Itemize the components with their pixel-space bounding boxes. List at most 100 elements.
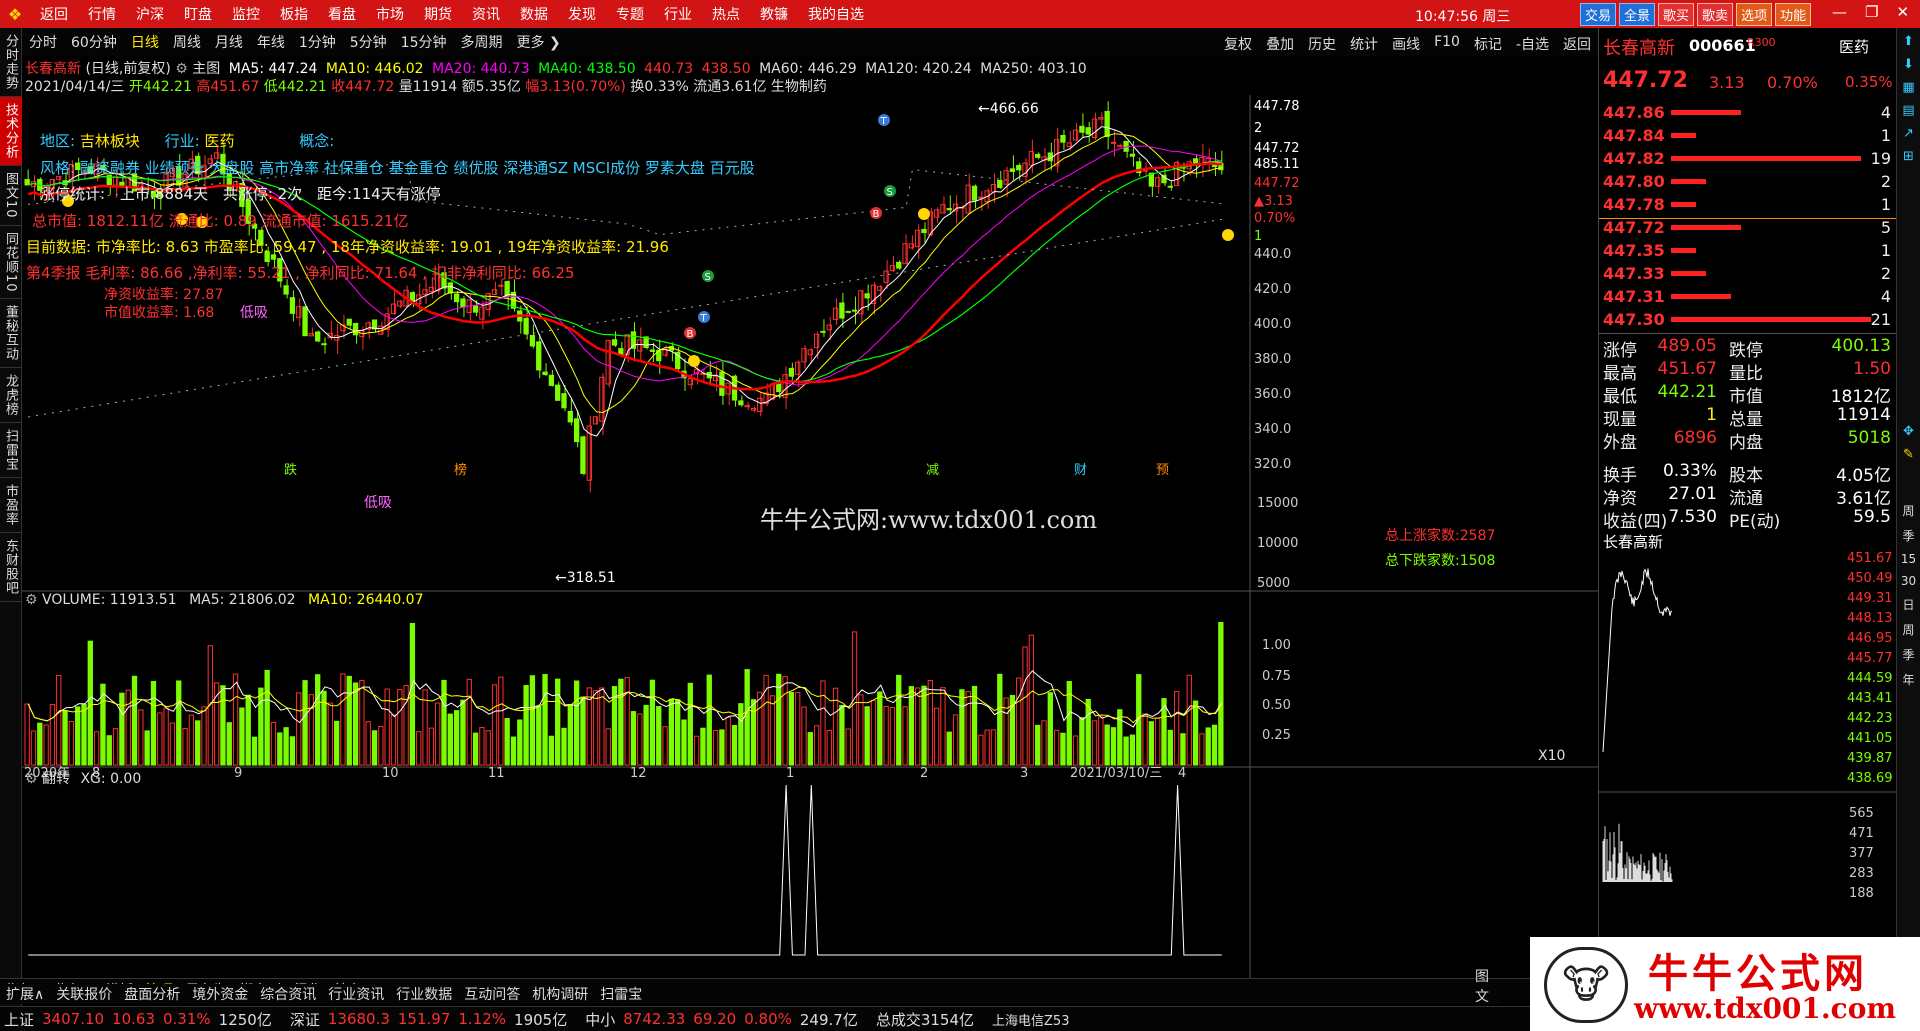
- side-move-icon[interactable]: ✥: [1897, 424, 1920, 439]
- menu-futures[interactable]: 期货: [414, 4, 462, 24]
- order-book-row[interactable]: 447.82 19: [1599, 149, 1897, 172]
- order-book-row[interactable]: 447.35 1: [1599, 241, 1897, 264]
- settings-icon[interactable]: ⚙: [25, 771, 38, 787]
- menu-board[interactable]: 板指: [270, 4, 318, 24]
- buy-button[interactable]: 歌买: [1658, 3, 1695, 26]
- tool-draw[interactable]: 画线: [1385, 34, 1427, 54]
- side-up-icon[interactable]: ⬆: [1897, 34, 1920, 49]
- side-period-week[interactable]: 周: [1897, 502, 1920, 519]
- board-analysis-link[interactable]: 盘面分析: [118, 984, 186, 1004]
- tab-technical[interactable]: 技术分析: [0, 97, 22, 166]
- side-period-30[interactable]: 30: [1897, 574, 1920, 588]
- restore-icon[interactable]: ❐: [1865, 3, 1878, 21]
- period-multi[interactable]: 多周期: [454, 32, 510, 52]
- side-period-year[interactable]: 年: [1897, 671, 1920, 688]
- order-book-row[interactable]: 447.33 2: [1599, 264, 1897, 287]
- tab-forum[interactable]: 东财股吧: [0, 533, 22, 603]
- tab-minesweep[interactable]: 扫雷宝: [0, 423, 22, 479]
- side-period-15[interactable]: 15: [1897, 552, 1920, 566]
- menu-my-watchlist[interactable]: 我的自选: [798, 4, 874, 24]
- app-logo-icon[interactable]: ❖: [0, 0, 30, 28]
- sell-button[interactable]: 歌卖: [1697, 3, 1734, 26]
- tool-history[interactable]: 历史: [1301, 34, 1343, 54]
- volume-bar: [491, 684, 498, 766]
- tool-back[interactable]: 返回: [1556, 34, 1598, 54]
- tool-f10[interactable]: F10: [1427, 34, 1467, 54]
- tool-stats[interactable]: 统计: [1343, 34, 1385, 54]
- period-day[interactable]: 日线: [124, 32, 166, 52]
- period-1m[interactable]: 1分钟: [292, 32, 343, 52]
- quote-row: 收益(四) 7.530 PE(动) 59.5: [1599, 507, 1897, 532]
- menu-industry[interactable]: 行业: [654, 4, 702, 24]
- period-more[interactable]: 更多 ❯: [510, 32, 568, 52]
- tool-overlay[interactable]: 叠加: [1259, 34, 1301, 54]
- menu-news[interactable]: 资讯: [462, 4, 510, 24]
- side-period-quarter[interactable]: 季: [1897, 527, 1920, 544]
- tab-secretary[interactable]: 董秘互动: [0, 299, 22, 369]
- stock-name[interactable]: 长春高新: [25, 61, 81, 77]
- menu-hushen[interactable]: 沪深: [126, 4, 174, 24]
- functions-button[interactable]: 功能: [1775, 3, 1812, 26]
- menu-topics[interactable]: 专题: [606, 4, 654, 24]
- order-book-row[interactable]: 447.72 5: [1599, 218, 1897, 241]
- side-period-day[interactable]: 日: [1897, 596, 1920, 613]
- menu-hot[interactable]: 热点: [702, 4, 750, 24]
- menu-monitor[interactable]: 监控: [222, 4, 270, 24]
- expand-link[interactable]: 扩展∧: [0, 984, 50, 1004]
- close-icon[interactable]: ✕: [1896, 3, 1909, 21]
- menu-data[interactable]: 数据: [510, 4, 558, 24]
- trade-button[interactable]: 交易: [1580, 3, 1617, 26]
- order-book-row[interactable]: 447.86 4: [1599, 103, 1897, 126]
- tab-dragon-tiger[interactable]: 龙虎榜: [0, 368, 22, 424]
- related-quotes-link[interactable]: 关联报价: [50, 984, 118, 1004]
- side-list-icon[interactable]: ▤: [1897, 103, 1920, 118]
- news-link[interactable]: 综合资讯: [254, 984, 322, 1004]
- period-intraday[interactable]: 分时: [22, 32, 64, 52]
- minesweep-link[interactable]: 扫雷宝: [594, 984, 648, 1004]
- side-period-week2[interactable]: 周: [1897, 621, 1920, 638]
- order-book-row[interactable]: 447.30 21: [1599, 310, 1897, 333]
- tab-ths10[interactable]: 同花顺10: [0, 226, 22, 300]
- candle-body: [1117, 144, 1123, 148]
- qa-link[interactable]: 互动问答: [458, 984, 526, 1004]
- side-period-quarter2[interactable]: 季: [1897, 646, 1920, 663]
- industry-data-link[interactable]: 行业数据: [390, 984, 458, 1004]
- tab-f10[interactable]: 图文10: [0, 166, 22, 226]
- order-book-row[interactable]: 447.80 2: [1599, 172, 1897, 195]
- order-book-row[interactable]: 447.84 1: [1599, 126, 1897, 149]
- menu-market[interactable]: 市场: [366, 4, 414, 24]
- settings-icon[interactable]: ⚙: [175, 61, 188, 77]
- side-trend-icon[interactable]: ↗: [1897, 126, 1920, 141]
- side-pen-icon[interactable]: ✎: [1897, 447, 1920, 462]
- side-down-icon[interactable]: ⬇: [1897, 57, 1920, 72]
- period-month[interactable]: 月线: [208, 32, 250, 52]
- panorama-button[interactable]: 全景: [1619, 3, 1656, 26]
- foreign-fund-link[interactable]: 境外资金: [186, 984, 254, 1004]
- options-button[interactable]: 选项: [1736, 3, 1773, 26]
- order-book-row[interactable]: 447.78 1: [1599, 195, 1897, 218]
- period-year[interactable]: 年线: [250, 32, 292, 52]
- tool-mark[interactable]: 标记: [1467, 34, 1509, 54]
- menu-discover[interactable]: 发现: [558, 4, 606, 24]
- settings-icon[interactable]: ⚙: [25, 592, 38, 608]
- industry-news-link[interactable]: 行业资讯: [322, 984, 390, 1004]
- period-15m[interactable]: 15分钟: [394, 32, 454, 52]
- minimize-icon[interactable]: —: [1832, 3, 1847, 21]
- tab-pe[interactable]: 市盈率: [0, 478, 22, 534]
- period-60m[interactable]: 60分钟: [64, 32, 124, 52]
- side-chart-icon[interactable]: ▦: [1897, 80, 1920, 95]
- menu-quotes[interactable]: 行情: [78, 4, 126, 24]
- side-grid-icon[interactable]: ⊞: [1897, 149, 1920, 164]
- menu-back[interactable]: 返回: [30, 4, 78, 24]
- order-book-row[interactable]: 447.31 4: [1599, 287, 1897, 310]
- inst-research-link[interactable]: 机构调研: [526, 984, 594, 1004]
- period-5m[interactable]: 5分钟: [343, 32, 394, 52]
- tool-watchlist[interactable]: -自选: [1509, 34, 1556, 54]
- menu-teach[interactable]: 教镰: [750, 4, 798, 24]
- menu-view[interactable]: 看盘: [318, 4, 366, 24]
- tab-intraday[interactable]: 分时走势: [0, 28, 22, 97]
- mini-intraday-chart[interactable]: 451.67 450.49 449.31 448.13 446.95 445.77 444.…: [1599, 552, 1897, 982]
- tool-restore-rights[interactable]: 复权: [1217, 34, 1259, 54]
- menu-watch[interactable]: 盯盘: [174, 4, 222, 24]
- period-week[interactable]: 周线: [166, 32, 208, 52]
